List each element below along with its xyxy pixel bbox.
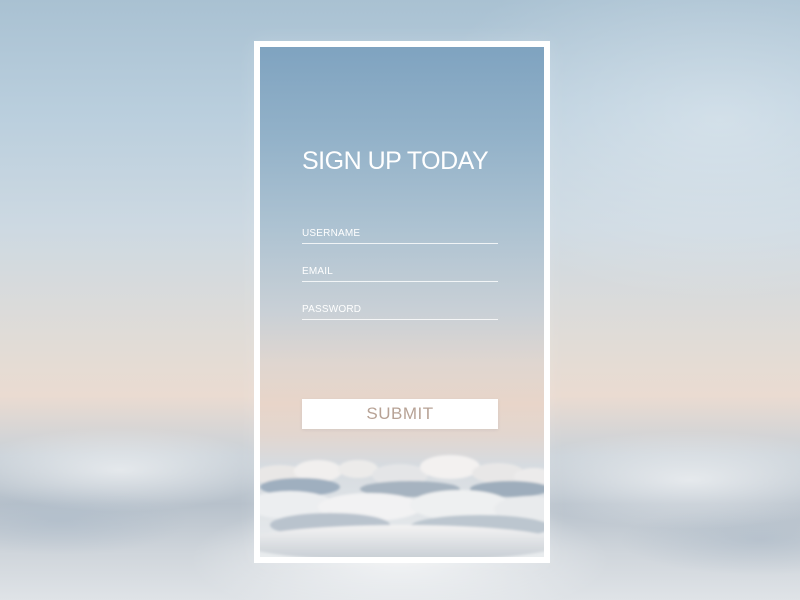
signup-card: SIGN UP TODAY USERNAME EMAIL PASSWORD SU… xyxy=(254,41,550,563)
submit-button[interactable]: SUBMIT xyxy=(302,399,498,429)
password-field[interactable]: PASSWORD xyxy=(302,301,498,320)
username-input[interactable] xyxy=(302,225,498,243)
username-field[interactable]: USERNAME xyxy=(302,225,498,244)
password-input[interactable] xyxy=(302,301,498,319)
page-title: SIGN UP TODAY xyxy=(302,147,489,175)
email-field[interactable]: EMAIL xyxy=(302,263,498,282)
clouds-image xyxy=(260,455,544,557)
email-input[interactable] xyxy=(302,263,498,281)
